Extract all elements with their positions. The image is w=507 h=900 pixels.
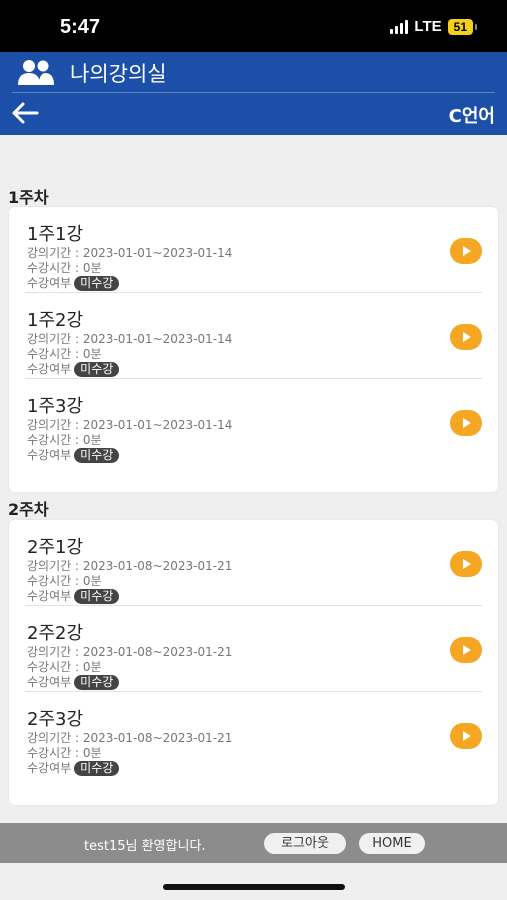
status-badge: 미수강: [74, 675, 120, 690]
week-card: 2주1강 강의기간 : 2023-01-08~2023-01-21 수강시간 :…: [9, 520, 498, 805]
status-label: 수강여부: [27, 362, 72, 376]
lecture-item[interactable]: 1주3강 강의기간 : 2023-01-01~2023-01-14 수강시간 :…: [25, 379, 482, 465]
play-button[interactable]: [450, 410, 482, 436]
status-label: 수강여부: [27, 589, 72, 603]
page-title: 나의강의실: [70, 62, 167, 86]
lecture-status-row: 수강여부 미수강: [27, 446, 120, 463]
battery-icon: 51: [447, 18, 478, 35]
play-button[interactable]: [450, 637, 482, 663]
people-icon: [18, 60, 54, 85]
lecture-item[interactable]: 1주1강 강의기간 : 2023-01-01~2023-01-14 수강시간 :…: [25, 207, 482, 293]
week-card: 1주1강 강의기간 : 2023-01-01~2023-01-14 수강시간 :…: [9, 207, 498, 492]
language-button[interactable]: C언어: [449, 102, 495, 128]
status-label: 수강여부: [27, 448, 72, 462]
lecture-title: 2주2강: [27, 623, 84, 644]
status-badge: 미수강: [74, 589, 120, 604]
logout-button[interactable]: 로그아웃: [264, 833, 346, 854]
play-button[interactable]: [450, 723, 482, 749]
week-title: 1주차: [8, 188, 49, 207]
play-button[interactable]: [450, 238, 482, 264]
status-badge: 미수강: [74, 761, 120, 776]
status-label: 수강여부: [27, 761, 72, 775]
status-indicators: LTE 51: [390, 18, 478, 35]
status-badge: 미수강: [74, 448, 120, 463]
network-type: LTE: [414, 18, 442, 35]
footer: test15님 환영합니다. 로그아웃 HOME: [0, 823, 507, 863]
header-divider: [12, 92, 495, 93]
lecture-title: 2주3강: [27, 709, 84, 730]
status-label: 수강여부: [27, 675, 72, 689]
home-indicator[interactable]: [163, 884, 345, 890]
status-badge: 미수강: [74, 362, 120, 377]
app-header: 나의강의실 C언어: [0, 52, 507, 135]
status-time: 5:47: [60, 16, 101, 38]
play-button[interactable]: [450, 551, 482, 577]
week-title: 2주차: [8, 500, 49, 519]
lecture-status-row: 수강여부 미수강: [27, 274, 120, 291]
status-label: 수강여부: [27, 276, 72, 290]
lecture-status-row: 수강여부 미수강: [27, 587, 120, 604]
lecture-status-row: 수강여부 미수강: [27, 759, 120, 776]
lecture-status-row: 수강여부 미수강: [27, 360, 120, 377]
lecture-status-row: 수강여부 미수강: [27, 673, 120, 690]
status-bar: 5:47 LTE 51: [0, 0, 507, 52]
lecture-title: 1주3강: [27, 396, 84, 417]
play-button[interactable]: [450, 324, 482, 350]
home-button[interactable]: HOME: [359, 833, 425, 854]
lecture-title: 2주1강: [27, 537, 84, 558]
lecture-item[interactable]: 2주1강 강의기간 : 2023-01-08~2023-01-21 수강시간 :…: [25, 520, 482, 606]
lecture-title: 1주1강: [27, 224, 84, 245]
lecture-title: 1주2강: [27, 310, 84, 331]
status-badge: 미수강: [74, 276, 120, 291]
signal-icon: [390, 19, 409, 34]
lecture-item[interactable]: 1주2강 강의기간 : 2023-01-01~2023-01-14 수강시간 :…: [25, 293, 482, 379]
back-arrow-icon[interactable]: [10, 100, 40, 126]
header-title-row: 나의강의실: [0, 52, 507, 92]
lecture-item[interactable]: 2주2강 강의기간 : 2023-01-08~2023-01-21 수강시간 :…: [25, 606, 482, 692]
welcome-text: test15님 환영합니다.: [84, 839, 206, 854]
lecture-item[interactable]: 2주3강 강의기간 : 2023-01-08~2023-01-21 수강시간 :…: [25, 692, 482, 778]
